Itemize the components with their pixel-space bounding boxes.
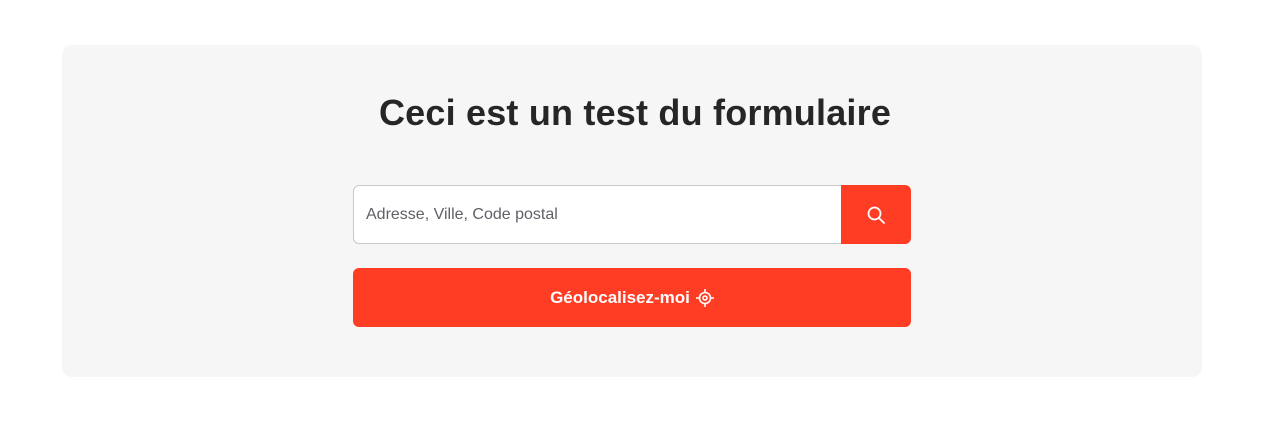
search-icon	[866, 205, 886, 225]
address-search-input[interactable]	[353, 185, 841, 244]
search-button[interactable]	[841, 185, 911, 244]
page-title: Ceci est un test du formulaire	[378, 92, 892, 133]
geolocate-button[interactable]: Géolocalisez-moi	[353, 268, 911, 327]
search-bar	[353, 185, 911, 244]
crosshair-icon	[695, 288, 714, 307]
geolocate-label: Géolocalisez-moi	[550, 287, 690, 307]
